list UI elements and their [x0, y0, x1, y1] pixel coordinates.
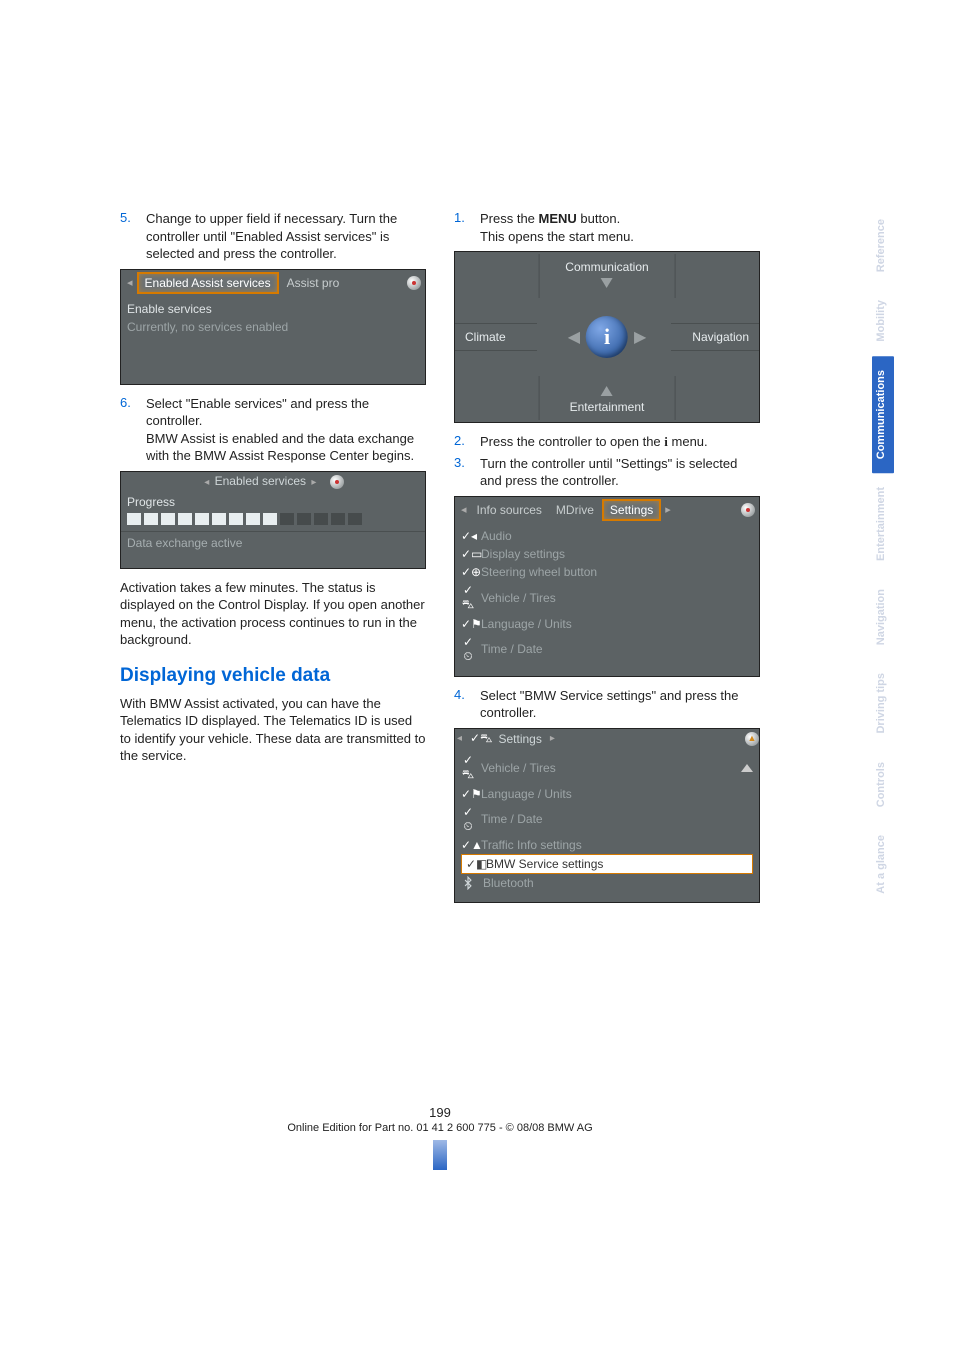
tab-enabled-assist: Enabled Assist services — [137, 272, 279, 294]
startmenu-climate: Climate — [455, 323, 537, 351]
step3-number: 3. — [454, 455, 480, 490]
idrive-bmw-service-screenshot: ◂ ✓⛍ Settings ▸ ▲ ✓⛍Vehicle / Tires ✓⚑La… — [454, 728, 760, 903]
enable-services-line: Enable services — [127, 300, 419, 318]
settings2-item: Vehicle / Tires — [481, 761, 556, 775]
settings-item: Audio — [481, 529, 512, 543]
settings-item: Steering wheel button — [481, 565, 597, 579]
head-left-arrow-icon: ◂ — [455, 733, 464, 744]
settings-title: Settings — [498, 732, 541, 746]
tab-assist-pro: Assist pro — [281, 274, 346, 292]
tab-left-arrow-icon: ◂ — [125, 276, 135, 289]
progress-bar — [121, 511, 425, 531]
menu-label: MENU — [539, 211, 577, 226]
tab-right-arrow-icon: ▸ — [663, 503, 673, 516]
bluetooth-icon — [461, 876, 477, 890]
step6-more: BMW Assist is enabled and the data excha… — [146, 431, 414, 464]
startmenu-right-arrow-icon: ▶ — [634, 327, 646, 347]
step6-number: 6. — [120, 395, 146, 465]
step3-text: Turn the controller until "Settings" is … — [480, 455, 760, 490]
step2-text-a: Press the controller to open the — [480, 434, 664, 449]
settings-item: Time / Date — [481, 642, 543, 656]
page-number: 199 — [120, 1105, 760, 1120]
step1-number: 1. — [454, 210, 480, 245]
idrive-progress-screenshot: ◂ Enabled services ▸ Progress Data excha… — [120, 471, 426, 569]
scroll-up-icon: ▲ — [745, 732, 759, 746]
scroll-indicator-icon — [741, 764, 753, 772]
step5-text: Change to upper field if necessary. Turn… — [146, 210, 426, 263]
sidetab-entertainment[interactable]: Entertainment — [872, 473, 894, 575]
sidetab-mobility[interactable]: Mobility — [872, 286, 894, 356]
step4-number: 4. — [454, 687, 480, 722]
idrive-knob-icon — [407, 276, 421, 290]
step6-text: Select "Enable services" and press the c… — [146, 396, 369, 429]
check-language-icon: ✓⚑ — [461, 787, 475, 801]
idrive-enabled-assist-screenshot: ◂ Enabled Assist services Assist pro Ena… — [120, 269, 426, 385]
bmw-service-settings-selected: BMW Service settings — [486, 857, 603, 871]
right-column: 1. Press the MENU button. This opens the… — [454, 210, 760, 913]
tab-settings: Settings — [602, 499, 661, 521]
check-bmw-service-icon: ✓◧ — [466, 857, 480, 871]
step1-text-b: button. — [577, 211, 620, 226]
footer-bar-icon — [433, 1140, 447, 1170]
section-side-tabs: At a glance Controls Driving tips Naviga… — [872, 205, 894, 908]
sidetab-driving-tips[interactable]: Driving tips — [872, 659, 894, 748]
check-vehicle-icon: ✓⛍ — [461, 583, 475, 613]
activation-paragraph: Activation takes a few minutes. The stat… — [120, 579, 426, 649]
tab-info-sources: Info sources — [471, 501, 548, 519]
enabled-services-title: Enabled services — [215, 474, 306, 488]
startmenu-left-arrow-icon: ◀ — [568, 327, 580, 347]
check-steering-icon: ✓⊕ — [461, 565, 475, 579]
check-audio-icon: ✓◂ — [461, 529, 475, 543]
step4-text: Select "BMW Service settings" and press … — [480, 687, 760, 722]
tab-left-arrow-icon: ◂ — [459, 503, 469, 516]
check-language-icon: ✓⚑ — [461, 617, 475, 631]
edition-footer: Online Edition for Part no. 01 41 2 600 … — [120, 1122, 760, 1134]
idrive-settings-tabs-screenshot: ◂ Info sources MDrive Settings ▸ ✓◂ Audio… — [454, 496, 760, 677]
tab-mdrive: MDrive — [550, 501, 600, 519]
displaying-vehicle-data-heading: Displaying vehicle data — [120, 665, 426, 687]
settings-item: Language / Units — [481, 617, 572, 631]
settings2-item: Time / Date — [481, 812, 543, 826]
startmenu-navigation: Navigation — [671, 323, 759, 351]
page-content: 5. Change to upper field if necessary. T… — [120, 210, 760, 913]
sidetab-at-a-glance[interactable]: At a glance — [872, 821, 894, 908]
head-left-arrow-icon: ◂ — [202, 477, 211, 488]
check-time-icon: ✓⏲ — [461, 805, 475, 834]
check-vehicle-icon: ✓⛍ — [461, 753, 475, 783]
head-right-arrow-icon: ▸ — [548, 733, 557, 744]
startmenu-communication: Communication — [539, 254, 676, 298]
check-display-icon: ✓▭ — [461, 547, 475, 561]
check-traffic-icon: ✓▲ — [461, 838, 475, 852]
settings2-item: Language / Units — [481, 787, 572, 801]
sidetab-controls[interactable]: Controls — [872, 748, 894, 821]
step1-text-a: Press the — [480, 211, 539, 226]
info-icon: i — [586, 316, 628, 358]
check-time-icon: ✓⏲ — [461, 635, 475, 664]
displaying-vehicle-data-text: With BMW Assist activated, you can have … — [120, 695, 426, 765]
sidetab-reference[interactable]: Reference — [872, 205, 894, 286]
data-exchange-status: Data exchange active — [121, 532, 425, 568]
progress-label: Progress — [121, 493, 425, 511]
settings-item: Vehicle / Tires — [481, 591, 556, 605]
idrive-knob-icon — [741, 503, 755, 517]
sidetab-navigation[interactable]: Navigation — [872, 575, 894, 659]
startmenu-entertainment: Entertainment — [539, 376, 676, 420]
idrive-knob-icon — [330, 475, 344, 489]
step5-number: 5. — [120, 210, 146, 263]
settings2-item: Traffic Info settings — [481, 838, 582, 852]
left-column: 5. Change to upper field if necessary. T… — [120, 210, 426, 913]
head-right-arrow-icon: ▸ — [309, 477, 318, 488]
bluetooth-label: Bluetooth — [483, 876, 534, 890]
step2-text-b: menu. — [668, 434, 708, 449]
settings-item: Display settings — [481, 547, 565, 561]
sidetab-communications[interactable]: Communications — [872, 356, 894, 473]
step1-text2: This opens the start menu. — [480, 229, 634, 244]
idrive-start-menu-screenshot: Communication Climate ◀ i ▶ Navigation E… — [454, 251, 760, 423]
step2-number: 2. — [454, 433, 480, 451]
no-services-line: Currently, no services enabled — [127, 318, 419, 336]
